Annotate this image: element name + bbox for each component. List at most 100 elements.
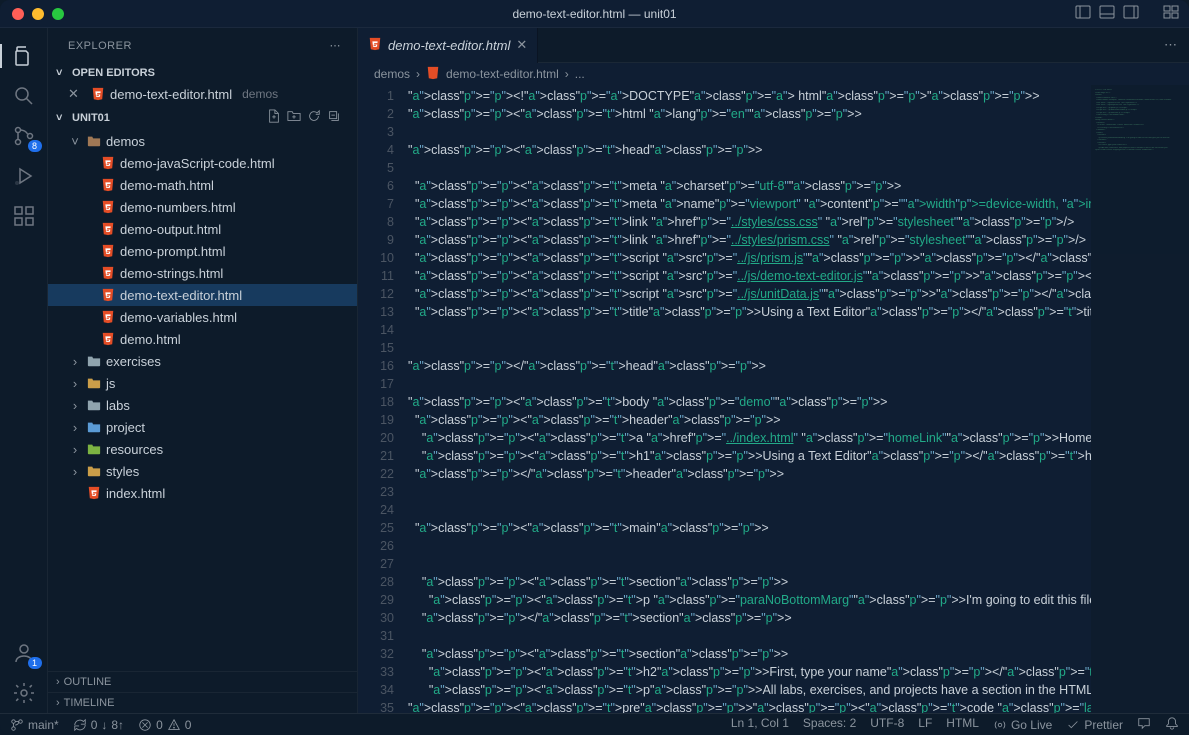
file-item[interactable]: demo-numbers.html — [48, 196, 357, 218]
check-icon — [1066, 718, 1080, 732]
chevron-right-icon: › — [68, 442, 82, 457]
folder-item[interactable]: › labs — [48, 394, 357, 416]
tree-item-label: styles — [106, 464, 139, 479]
html-file-icon — [426, 66, 440, 83]
file-tree: ˅demos demo-javaScript-code.html demo-math… — [48, 130, 357, 671]
new-folder-icon[interactable] — [287, 109, 301, 126]
breadcrumb-file[interactable]: demo-text-editor.html — [446, 67, 559, 81]
sync-outgoing: 8↑ — [111, 718, 124, 732]
new-file-icon[interactable] — [267, 109, 281, 126]
outline-section[interactable]: › OUTLINE — [48, 671, 357, 692]
chevron-down-icon: ˅ — [56, 67, 68, 79]
tree-item-label: demo-javaScript-code.html — [120, 156, 275, 171]
refresh-icon[interactable] — [307, 109, 321, 126]
feedback-icon[interactable] — [1137, 716, 1151, 733]
file-item[interactable]: demo-javaScript-code.html — [48, 152, 357, 174]
minimize-window-button[interactable] — [32, 8, 44, 20]
close-window-button[interactable] — [12, 8, 24, 20]
toggle-panel-bottom-icon[interactable] — [1099, 4, 1115, 23]
tree-item-label: demos — [106, 134, 145, 149]
folder-item[interactable]: › resources — [48, 438, 357, 460]
html-file-icon — [90, 87, 106, 101]
file-item[interactable]: demo-variables.html — [48, 306, 357, 328]
folder-item[interactable]: ›exercises — [48, 350, 357, 372]
folder-icon — [86, 376, 102, 390]
chevron-right-icon: › — [565, 67, 569, 81]
tree-item-label: demo-variables.html — [120, 310, 237, 325]
broadcast-icon — [993, 718, 1007, 732]
folder-item[interactable]: ›project — [48, 416, 357, 438]
layout-controls — [1075, 4, 1189, 23]
toggle-panel-right-icon[interactable] — [1123, 4, 1139, 23]
chevron-right-icon: › — [56, 697, 60, 709]
timeline-label: TIMELINE — [64, 697, 115, 709]
file-item[interactable]: demo-output.html — [48, 218, 357, 240]
file-item[interactable]: demo-strings.html — [48, 262, 357, 284]
minimap[interactable]: <!DOCTYPE html><html lang="en"><head> <m… — [1091, 85, 1189, 713]
settings-activity-icon[interactable] — [0, 673, 48, 713]
sync-status[interactable]: 0↓ 8↑ — [73, 718, 124, 732]
tree-item-label: js — [106, 376, 115, 391]
status-bar: main* 0↓ 8↑ 0 0 Ln 1, Col 1 Spaces: 2 UT… — [0, 713, 1189, 735]
search-activity-icon[interactable] — [0, 76, 48, 116]
encoding-status[interactable]: UTF-8 — [870, 716, 904, 733]
language-mode-status[interactable]: HTML — [946, 716, 979, 733]
explorer-more-icon[interactable]: ⋯ — [330, 39, 342, 52]
folder-icon — [86, 354, 102, 368]
line-number-gutter[interactable]: 1234567891011121314151617181920212223242… — [358, 85, 408, 713]
file-item[interactable]: demo-text-editor.html — [48, 284, 357, 306]
editor-tab-bar: demo-text-editor.html ✕ ⋯ — [358, 28, 1189, 63]
account-badge: 1 — [28, 657, 42, 669]
html-file-icon — [100, 310, 116, 324]
warning-icon — [167, 718, 181, 732]
html-file-icon — [86, 486, 102, 500]
breadcrumb[interactable]: demos › demo-text-editor.html › ... — [358, 63, 1189, 85]
warning-count: 0 — [185, 718, 192, 732]
git-branch-status[interactable]: main* — [10, 718, 59, 732]
cursor-position[interactable]: Ln 1, Col 1 — [731, 716, 789, 733]
collapse-all-icon[interactable] — [327, 109, 341, 126]
folder-item[interactable]: › styles — [48, 460, 357, 482]
prettier-status[interactable]: Prettier — [1066, 716, 1123, 733]
tree-item-label: demo-text-editor.html — [120, 288, 242, 303]
more-actions-icon[interactable]: ⋯ — [1164, 37, 1177, 53]
indentation-status[interactable]: Spaces: 2 — [803, 716, 856, 733]
workspace-section[interactable]: ˅ UNIT01 — [48, 105, 357, 130]
close-tab-icon[interactable]: ✕ — [516, 37, 527, 53]
maximize-window-button[interactable] — [52, 8, 64, 20]
source-control-activity-icon[interactable]: 8 — [0, 116, 48, 156]
customize-layout-icon[interactable] — [1163, 4, 1179, 23]
tree-item-label: exercises — [106, 354, 161, 369]
breadcrumb-folder[interactable]: demos — [374, 67, 410, 81]
breadcrumb-symbol[interactable]: ... — [575, 67, 585, 81]
editor-tab[interactable]: demo-text-editor.html ✕ — [358, 28, 538, 63]
code-editor[interactable]: "a">class"p">="p"><!"a">class"p">="a">DO… — [408, 85, 1091, 713]
titlebar: demo-text-editor.html — unit01 — [0, 0, 1189, 28]
timeline-section[interactable]: › TIMELINE — [48, 692, 357, 713]
folder-item[interactable]: ˅demos — [48, 130, 357, 152]
tree-item-label: demo-numbers.html — [120, 200, 236, 215]
file-item[interactable]: demo.html — [48, 328, 357, 350]
open-editors-section[interactable]: ˅ OPEN EDITORS — [48, 63, 357, 83]
notifications-icon[interactable] — [1165, 716, 1179, 733]
folder-icon — [86, 442, 102, 456]
chevron-right-icon: › — [68, 464, 82, 479]
open-editor-item[interactable]: ✕ demo-text-editor.html demos — [48, 83, 357, 105]
tree-item-label: demo-output.html — [120, 222, 221, 237]
explorer-activity-icon[interactable] — [0, 36, 48, 76]
toggle-panel-left-icon[interactable] — [1075, 4, 1091, 23]
file-item[interactable]: demo-math.html — [48, 174, 357, 196]
chevron-right-icon: › — [68, 398, 82, 413]
file-item[interactable]: demo-prompt.html — [48, 240, 357, 262]
extensions-activity-icon[interactable] — [0, 196, 48, 236]
tree-item-label: labs — [106, 398, 130, 413]
eol-status[interactable]: LF — [918, 716, 932, 733]
folder-item[interactable]: ›js — [48, 372, 357, 394]
run-debug-activity-icon[interactable] — [0, 156, 48, 196]
go-live-status[interactable]: Go Live — [993, 716, 1052, 733]
problems-status[interactable]: 0 0 — [138, 718, 191, 732]
tree-item-label: resources — [106, 442, 163, 457]
close-editor-icon[interactable]: ✕ — [68, 86, 82, 102]
file-item[interactable]: index.html — [48, 482, 357, 504]
account-activity-icon[interactable]: 1 — [0, 633, 48, 673]
